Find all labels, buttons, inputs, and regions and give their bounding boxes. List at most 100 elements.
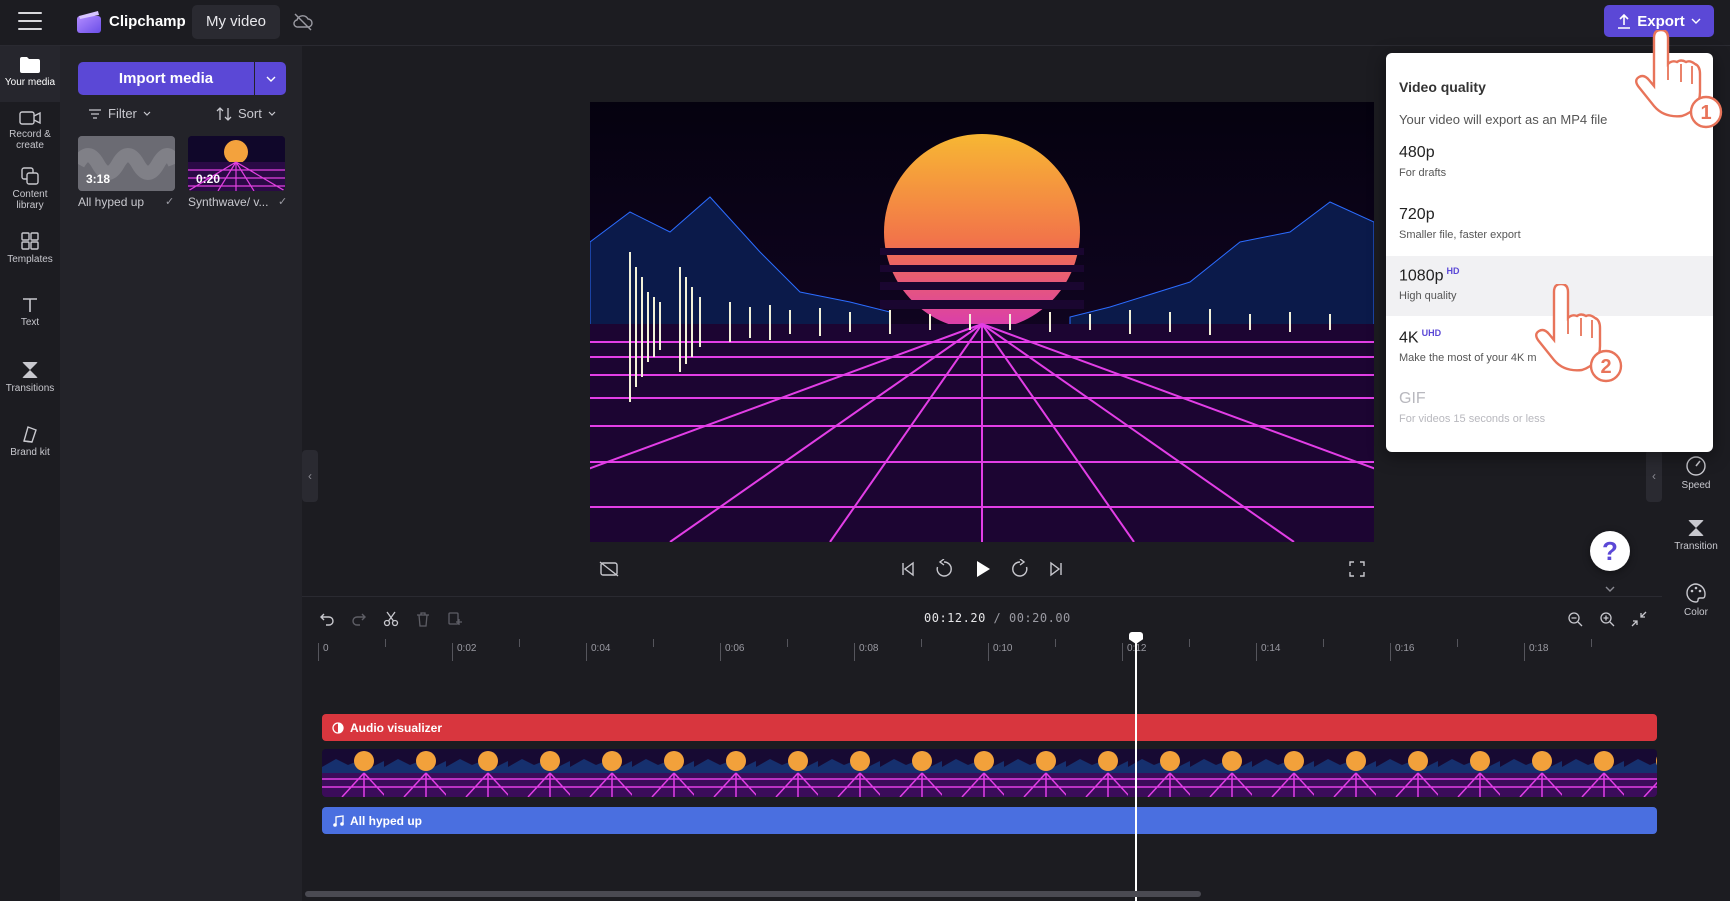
filter-icon bbox=[89, 108, 101, 119]
text-icon bbox=[23, 298, 37, 312]
timeline-scrollbar[interactable] bbox=[305, 891, 1201, 897]
music-note-icon bbox=[333, 815, 344, 827]
zoom-in-button[interactable] bbox=[1596, 608, 1618, 630]
rail-item-your-media[interactable]: Your media bbox=[0, 46, 60, 102]
rewind-5s-button[interactable] bbox=[931, 556, 957, 582]
palette-icon bbox=[1686, 583, 1706, 603]
skip-to-start-button[interactable] bbox=[895, 556, 921, 582]
option-label: 720p bbox=[1399, 206, 1435, 223]
trash-icon bbox=[417, 612, 429, 627]
filter-button[interactable]: Filter bbox=[88, 106, 151, 121]
collapse-right-panel-button[interactable]: ‹ bbox=[1646, 450, 1662, 502]
export-option-gif: GIF For videos 15 seconds or less bbox=[1386, 380, 1713, 440]
check-icon: ✓ bbox=[278, 196, 288, 208]
media-duration: 0:20 bbox=[196, 172, 221, 186]
chevron-down-icon bbox=[268, 111, 276, 116]
menu-icon[interactable] bbox=[18, 12, 42, 32]
clip-name: All hyped up bbox=[350, 814, 422, 828]
project-title[interactable]: My video bbox=[192, 5, 281, 39]
duplicate-button[interactable] bbox=[444, 608, 466, 630]
clip-label: All hyped up bbox=[332, 814, 422, 828]
option-label: 1080p bbox=[1399, 267, 1444, 285]
chevron-down-icon bbox=[266, 76, 276, 82]
templates-icon bbox=[21, 232, 39, 250]
play-button[interactable] bbox=[969, 556, 995, 582]
hd-badge: HD bbox=[1446, 266, 1460, 276]
rail-item-transitions[interactable]: Transitions bbox=[0, 360, 60, 394]
tick-mark bbox=[921, 639, 922, 647]
rail-item-text[interactable]: Text bbox=[0, 296, 60, 328]
pointer-hand-step-1: 1 bbox=[1635, 30, 1723, 129]
captions-toggle-button[interactable] bbox=[596, 556, 622, 582]
tick-mark bbox=[1323, 639, 1324, 647]
audio-visualizer-clip[interactable]: Audio visualizer bbox=[322, 714, 1657, 741]
video-clip[interactable] bbox=[322, 749, 1657, 797]
collapse-left-panel-button[interactable]: ‹ bbox=[302, 450, 318, 502]
tick-mark bbox=[1591, 639, 1592, 647]
menu-title: Video quality bbox=[1399, 79, 1486, 95]
rail-item-templates[interactable]: Templates bbox=[0, 231, 60, 265]
help-button[interactable]: ? bbox=[1590, 531, 1630, 571]
menu-subtitle: Your video will export as an MP4 file bbox=[1399, 112, 1608, 127]
transitions-icon bbox=[22, 362, 38, 378]
option-label: 480p bbox=[1399, 144, 1435, 161]
option-description: Smaller file, faster export bbox=[1399, 229, 1521, 241]
rail-item-content-library[interactable]: Content library bbox=[0, 166, 60, 211]
rail-item-transition[interactable]: Transition bbox=[1662, 518, 1730, 552]
scissors-icon bbox=[383, 611, 399, 627]
pointer-hand-step-2: 2 bbox=[1535, 284, 1623, 383]
undo-button[interactable] bbox=[316, 608, 338, 630]
rail-label: library bbox=[16, 200, 44, 211]
import-options-button[interactable] bbox=[255, 62, 286, 95]
media-name: Synthwave/ v... bbox=[188, 195, 269, 209]
tick-label: 0:02 bbox=[452, 643, 476, 661]
sort-icon bbox=[216, 106, 232, 121]
captions-off-icon bbox=[599, 561, 619, 577]
cloud-off-icon[interactable] bbox=[292, 12, 314, 32]
option-description: For drafts bbox=[1399, 167, 1447, 179]
audio-clip[interactable]: All hyped up bbox=[322, 807, 1657, 834]
skip-to-end-button[interactable] bbox=[1043, 556, 1069, 582]
filter-label: Filter bbox=[108, 106, 137, 121]
export-option-720p[interactable]: 720p Smaller file, faster export bbox=[1386, 196, 1713, 256]
delete-button[interactable] bbox=[412, 608, 434, 630]
playhead[interactable] bbox=[1135, 634, 1137, 901]
top-bar: Clipchamp My video Export bbox=[0, 0, 1730, 46]
redo-button[interactable] bbox=[348, 608, 370, 630]
media-item-video[interactable]: 0:20 bbox=[188, 136, 285, 191]
timeline-ruler[interactable]: 0 0:02 0:04 0:06 0:08 0:10 0:12 0:14 0:1… bbox=[318, 639, 1648, 663]
collapse-icon bbox=[1631, 611, 1647, 627]
rail-item-brand-kit[interactable]: Brand kit bbox=[0, 424, 60, 458]
sort-button[interactable]: Sort bbox=[216, 106, 276, 121]
tick-label: 0:10 bbox=[988, 643, 1012, 661]
timeline: 00:12.20 / 00:20.00 0 0:02 0:04 0:06 0:0… bbox=[302, 596, 1662, 901]
export-label: Export bbox=[1637, 12, 1685, 30]
tick-mark bbox=[385, 639, 386, 647]
import-media-button[interactable]: Import media bbox=[78, 62, 254, 95]
fullscreen-button[interactable] bbox=[1344, 556, 1370, 582]
rail-label: Transitions bbox=[5, 383, 55, 394]
tick-label: 0:18 bbox=[1524, 643, 1548, 661]
rail-label: Transition bbox=[1674, 541, 1718, 552]
tick-label: 0 bbox=[318, 643, 329, 661]
rail-label: Templates bbox=[7, 254, 53, 265]
rail-item-record-create[interactable]: Record & create bbox=[0, 110, 60, 151]
brand-kit-icon bbox=[23, 426, 37, 443]
tick-mark bbox=[787, 639, 788, 647]
zoom-out-button[interactable] bbox=[1564, 608, 1586, 630]
media-item-audio[interactable]: 3:18 bbox=[78, 136, 175, 191]
rewind-icon bbox=[936, 559, 952, 577]
rail-label: Your media bbox=[4, 77, 56, 88]
rail-item-color[interactable]: Color bbox=[1662, 582, 1730, 618]
fit-timeline-button[interactable] bbox=[1628, 608, 1650, 630]
tick-label: 0:08 bbox=[854, 643, 878, 661]
forward-5s-button[interactable] bbox=[1007, 556, 1033, 582]
split-button[interactable] bbox=[380, 608, 402, 630]
rail-item-speed[interactable]: Speed bbox=[1662, 455, 1730, 491]
upload-icon bbox=[1618, 13, 1631, 29]
video-preview[interactable] bbox=[590, 102, 1374, 542]
media-name: All hyped up bbox=[78, 195, 145, 209]
chevron-down-icon[interactable] bbox=[1604, 585, 1616, 593]
export-option-480p[interactable]: 480p For drafts bbox=[1386, 134, 1713, 194]
rail-label: Brand kit bbox=[10, 447, 50, 458]
